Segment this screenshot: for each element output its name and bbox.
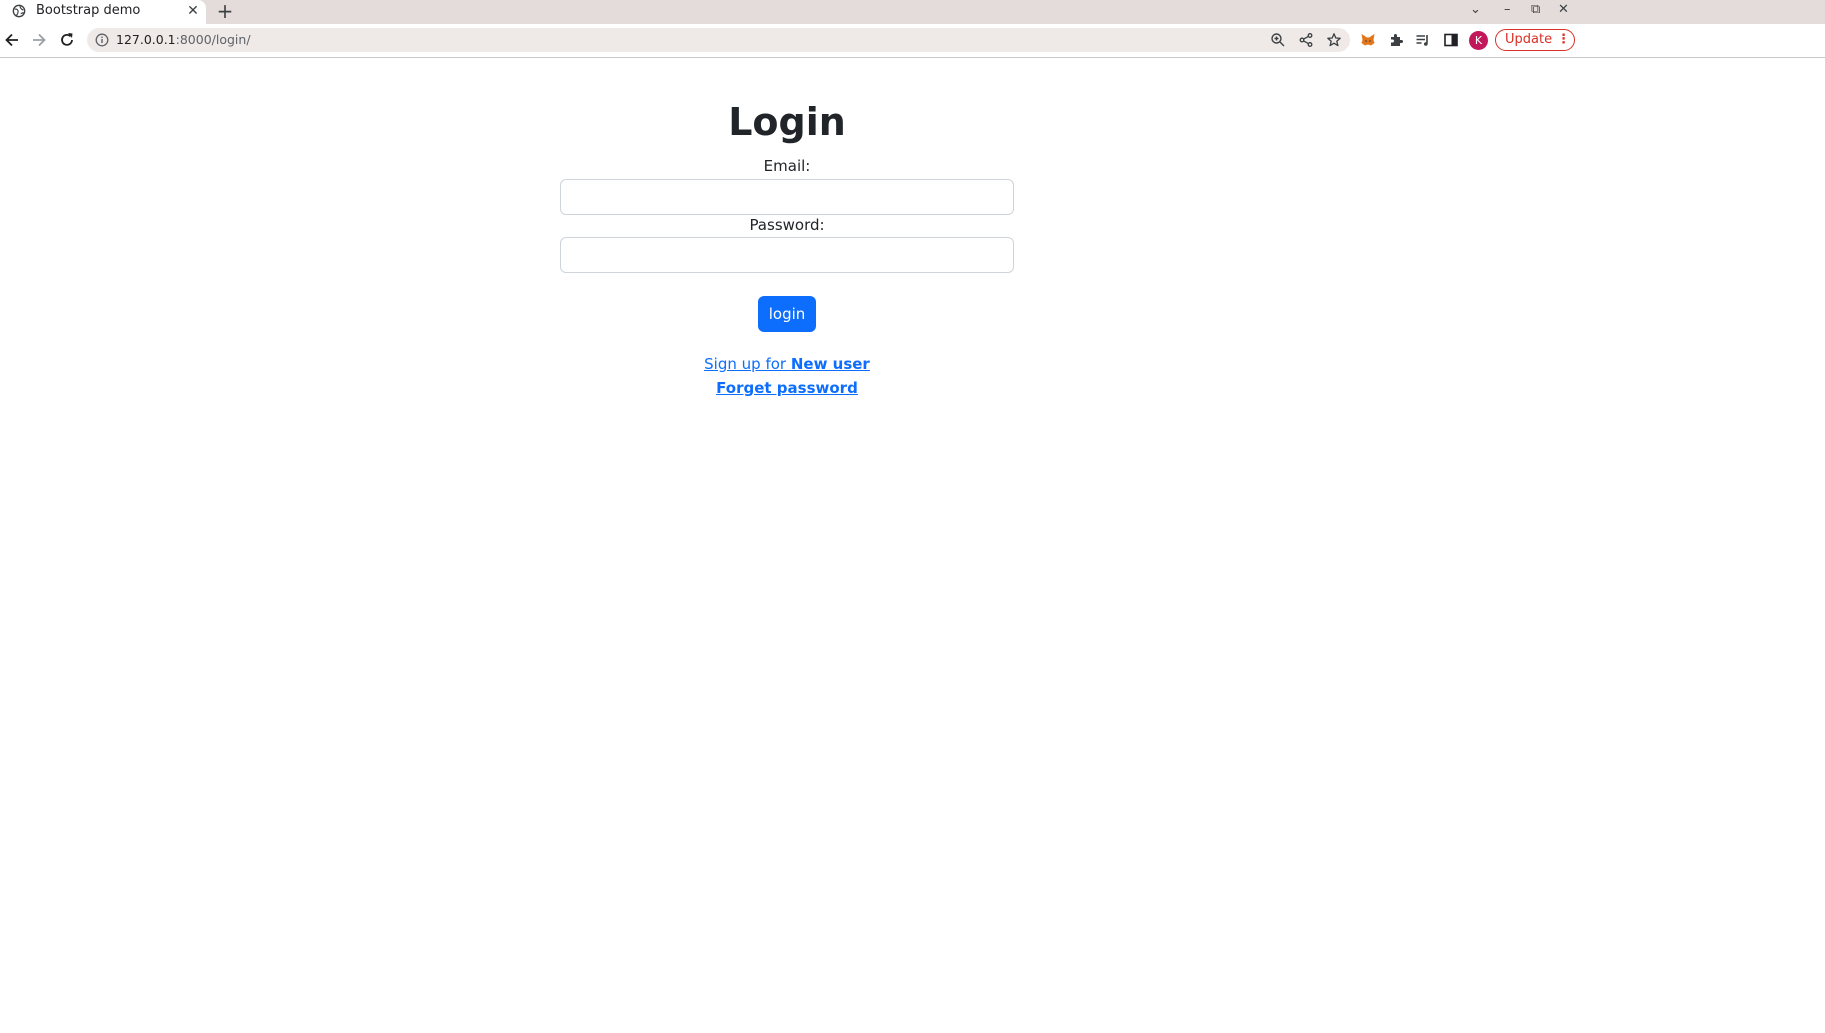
new-tab-icon[interactable]: + (215, 1, 235, 21)
browser-tabstrip: Bootstrap demo ✕ + ⌄ – ⧉ ✕ (0, 0, 1825, 24)
page-content: Login Email: Password: login Sign up for… (0, 58, 1825, 1033)
password-label: Password: (749, 216, 825, 234)
signup-prefix: Sign up for (704, 355, 791, 373)
restore-icon[interactable]: ⧉ (1531, 2, 1540, 17)
reload-icon[interactable] (57, 30, 77, 50)
tab-title: Bootstrap demo (36, 3, 141, 18)
url-text: 127.0.0.1:8000/login/ (116, 32, 251, 47)
back-arrow-icon[interactable] (2, 30, 22, 50)
email-field[interactable] (560, 179, 1014, 215)
extensions-puzzle-icon[interactable] (1388, 32, 1404, 48)
url-host: 127.0.0.1 (116, 32, 176, 47)
zoom-icon[interactable] (1270, 32, 1286, 48)
tab-search-chevron-icon[interactable]: ⌄ (1470, 2, 1481, 17)
metamask-fox-icon[interactable] (1360, 32, 1376, 48)
close-window-icon[interactable]: ✕ (1558, 2, 1569, 17)
url-path: :8000/login/ (175, 32, 251, 47)
globe-icon (12, 4, 26, 18)
forgot-password-link[interactable]: Forget password (716, 379, 858, 397)
address-bar[interactable]: 127.0.0.1:8000/login/ (87, 28, 1350, 52)
browser-toolbar: 127.0.0.1:8000/login/ K Update ⋮ (0, 24, 1825, 58)
update-button-label: Update (1505, 32, 1553, 47)
signup-new-user-text: New user (790, 355, 870, 373)
forgot-password-text: Forget password (716, 379, 858, 397)
reading-list-icon[interactable] (1415, 32, 1431, 48)
password-field[interactable] (560, 237, 1014, 273)
tab-close-icon[interactable]: ✕ (186, 2, 200, 20)
minimize-icon[interactable]: – (1504, 2, 1511, 17)
share-icon[interactable] (1298, 32, 1314, 48)
site-info-icon[interactable] (95, 33, 109, 47)
signup-link[interactable]: Sign up for New user (704, 355, 870, 373)
browser-tab-active[interactable]: Bootstrap demo ✕ (0, 0, 206, 24)
forward-arrow-icon[interactable] (29, 30, 49, 50)
update-button[interactable]: Update ⋮ (1495, 29, 1575, 51)
bookmark-star-icon[interactable] (1326, 32, 1342, 48)
signup-line: Sign up for New user (0, 355, 1574, 373)
side-panel-icon[interactable] (1443, 32, 1459, 48)
page-title: Login (728, 100, 846, 144)
login-button[interactable]: login (758, 296, 816, 332)
browser-menu-icon[interactable]: ⋮ (1557, 30, 1570, 50)
email-label: Email: (763, 157, 811, 175)
profile-avatar[interactable]: K (1469, 31, 1488, 50)
forgot-line: Forget password (0, 379, 1574, 397)
